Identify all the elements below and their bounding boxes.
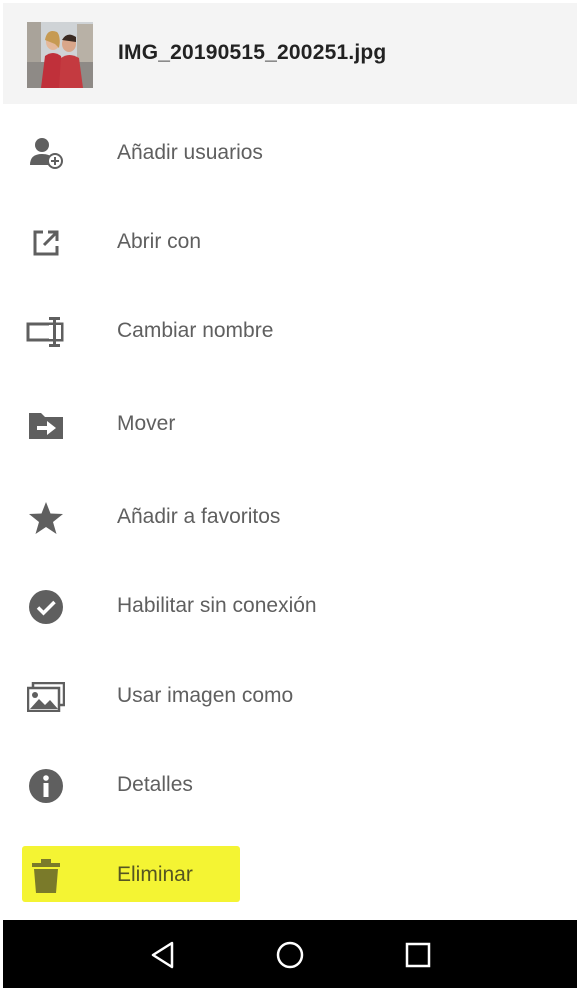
trash-icon bbox=[26, 858, 66, 894]
rename-icon bbox=[26, 314, 66, 350]
back-icon[interactable] bbox=[146, 938, 180, 972]
menu-item-use-image-as[interactable]: Usar imagen como bbox=[0, 662, 582, 732]
menu-item-label: Usar imagen como bbox=[117, 684, 294, 707]
home-icon[interactable] bbox=[273, 938, 307, 972]
photo-thumbnail bbox=[27, 22, 93, 88]
menu-item-delete[interactable]: Eliminar bbox=[0, 841, 582, 911]
menu-item-label: Añadir usuarios bbox=[117, 141, 263, 164]
file-header: IMG_20190515_200251.jpg bbox=[3, 3, 577, 104]
menu-item-rename[interactable]: Cambiar nombre bbox=[0, 297, 582, 367]
menu-item-label: Detalles bbox=[117, 773, 193, 796]
add-person-icon bbox=[26, 136, 66, 172]
offline-check-icon bbox=[26, 589, 66, 625]
menu-item-details[interactable]: Detalles bbox=[0, 751, 582, 821]
menu-item-label: Abrir con bbox=[117, 230, 202, 253]
menu-item-open-with[interactable]: Abrir con bbox=[0, 208, 582, 278]
menu-item-offline[interactable]: Habilitar sin conexión bbox=[0, 572, 582, 642]
open-external-icon bbox=[26, 225, 66, 261]
navigation-bar bbox=[3, 920, 577, 988]
menu-item-move[interactable]: Mover bbox=[0, 390, 582, 460]
menu-item-add-users[interactable]: Añadir usuarios bbox=[0, 119, 582, 189]
info-icon bbox=[26, 768, 66, 804]
menu-item-label: Mover bbox=[117, 412, 176, 435]
menu-item-label: Cambiar nombre bbox=[117, 319, 274, 342]
star-icon bbox=[26, 500, 66, 536]
recents-icon[interactable] bbox=[401, 938, 435, 972]
menu-item-label: Habilitar sin conexión bbox=[117, 594, 317, 617]
menu-item-label: Eliminar bbox=[117, 863, 193, 886]
move-folder-icon bbox=[26, 407, 66, 443]
menu-item-add-favorites[interactable]: Añadir a favoritos bbox=[0, 483, 582, 553]
file-name-title: IMG_20190515_200251.jpg bbox=[118, 41, 387, 64]
menu-item-label: Añadir a favoritos bbox=[117, 505, 281, 528]
image-icon bbox=[26, 679, 66, 715]
